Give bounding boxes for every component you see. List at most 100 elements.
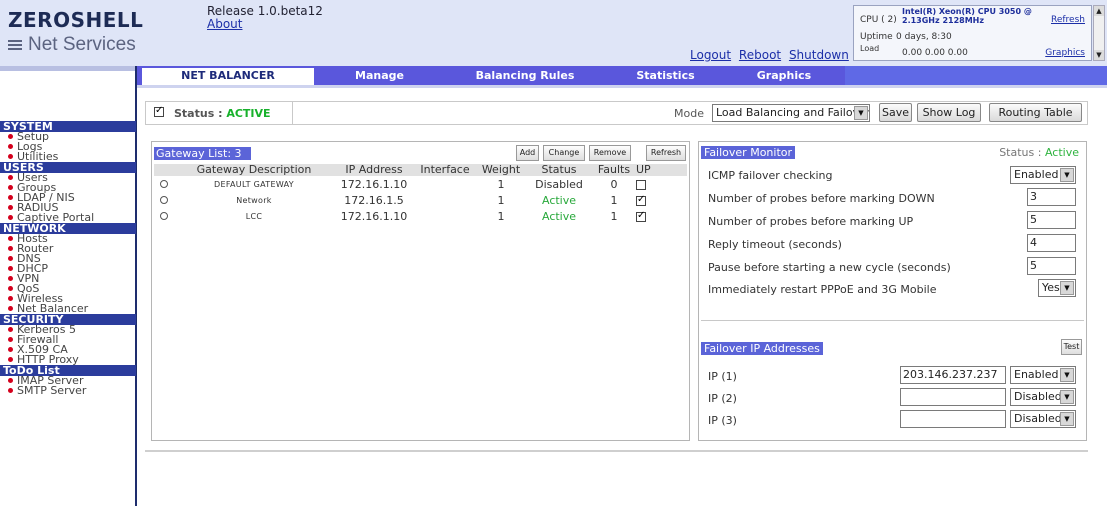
header-links: Logout Reboot Shutdown <box>690 48 853 62</box>
logout-link[interactable]: Logout <box>690 48 731 62</box>
gateway-status: Active <box>541 209 577 223</box>
table-row[interactable]: Network 172.16.1.5 1 Active 1 <box>154 192 687 208</box>
gateway-interface <box>414 176 476 192</box>
gateway-faults: 1 <box>610 193 618 207</box>
sidebar-item-utilities[interactable]: Utilities <box>0 151 136 162</box>
bullet-icon <box>8 286 13 291</box>
table-row[interactable]: DEFAULT GATEWAY 172.16.1.10 1 Disabled 0 <box>154 176 687 192</box>
tab-manage[interactable]: Manage <box>317 66 442 85</box>
tab-statistics[interactable]: Statistics <box>608 66 723 85</box>
bullet-icon <box>8 246 13 251</box>
bullet-icon <box>8 256 13 261</box>
mode-select[interactable]: Load Balancing and Failover ▼ <box>712 104 870 122</box>
cpu-model: Intel(R) Xeon(R) CPU 3050 @ 2.13GHz 2128… <box>902 7 1032 25</box>
gateway-table: Gateway Description IP Address Interface… <box>154 164 687 224</box>
icmp-select[interactable]: Enabled ▼ <box>1010 166 1076 184</box>
failover-ip-title: Failover IP Addresses <box>701 342 823 355</box>
reboot-link[interactable]: Reboot <box>739 48 781 62</box>
bullet-icon <box>8 296 13 301</box>
probes-down-input[interactable]: 3 <box>1027 188 1076 206</box>
gateway-ip: 172.16.1.10 <box>340 209 408 223</box>
row-select-radio[interactable] <box>160 195 168 204</box>
dropdown-arrow-icon: ▼ <box>1060 168 1074 182</box>
failover-status: Status : Active <box>999 146 1079 159</box>
bullet-icon <box>8 276 13 281</box>
test-button[interactable]: Test <box>1061 339 1082 355</box>
bullet-icon <box>8 144 13 149</box>
bullet-icon <box>8 205 13 210</box>
ip2-state-select[interactable]: Disabled ▼ <box>1010 388 1076 406</box>
col-up: UP <box>636 164 687 176</box>
table-row[interactable]: LCC 172.16.1.10 1 Active 1 <box>154 208 687 224</box>
remove-gateway-button[interactable]: Remove <box>589 145 631 161</box>
row-select-radio[interactable] <box>160 211 168 220</box>
refresh-gateway-button[interactable]: Refresh <box>646 145 686 161</box>
tab-net-balancer[interactable]: NET BALANCER <box>142 66 314 85</box>
col-interface: Interface <box>414 164 476 176</box>
bullet-icon <box>8 327 13 332</box>
gateway-weight: 1 <box>497 177 505 191</box>
routing-table-button[interactable]: Routing Table <box>989 103 1082 122</box>
tab-balancing-rules[interactable]: Balancing Rules <box>442 66 608 85</box>
gateway-table-header: Gateway Description IP Address Interface… <box>154 164 687 176</box>
col-weight: Weight <box>476 164 526 176</box>
restart-select[interactable]: Yes ▼ <box>1038 279 1076 297</box>
pause-input[interactable]: 5 <box>1027 257 1076 275</box>
add-gateway-button[interactable]: Add <box>516 145 539 161</box>
row-select-radio[interactable] <box>160 179 168 188</box>
bullet-icon <box>8 215 13 220</box>
failover-status-value: Active <box>1044 146 1079 159</box>
bullet-icon <box>8 378 13 383</box>
sidebar-item-smtp-server[interactable]: SMTP Server <box>0 385 136 396</box>
icmp-value: Enabled <box>1014 168 1059 181</box>
gateway-up-checkbox[interactable] <box>636 210 646 222</box>
ip1-label: IP (1) <box>708 370 737 383</box>
scroll-up-icon[interactable]: ▲ <box>1094 6 1104 16</box>
scroll-down-icon[interactable]: ▼ <box>1094 50 1104 60</box>
dropdown-arrow-icon: ▼ <box>1060 390 1074 404</box>
col-gateway-description: Gateway Description <box>174 164 334 176</box>
probes-up-input[interactable]: 5 <box>1027 211 1076 229</box>
failover-monitor-panel: Failover Monitor Status : Active ICMP fa… <box>698 141 1087 441</box>
gateway-up-checkbox[interactable] <box>636 179 646 190</box>
ip2-input[interactable] <box>900 388 1006 406</box>
sidebar-item-net-balancer[interactable]: Net Balancer <box>0 303 136 314</box>
refresh-link[interactable]: Refresh <box>1051 15 1085 25</box>
about-link[interactable]: About <box>207 17 242 31</box>
reply-timeout-input[interactable]: 4 <box>1027 234 1076 252</box>
ip1-state-select[interactable]: Enabled ▼ <box>1010 366 1076 384</box>
sysinfo-scrollbar[interactable]: ▲ ▼ <box>1093 5 1105 61</box>
tab-graphics[interactable]: Graphics <box>723 66 845 85</box>
col-status: Status <box>526 164 592 176</box>
gateway-ip: 172.16.1.5 <box>344 193 404 207</box>
col-ip-address: IP Address <box>334 164 414 176</box>
dropdown-arrow-icon: ▼ <box>854 106 868 120</box>
ip1-state: Enabled <box>1014 368 1059 381</box>
ip2-state: Disabled <box>1014 390 1062 403</box>
failover-monitor-title: Failover Monitor <box>701 146 796 159</box>
graphics-link[interactable]: Graphics <box>1045 48 1085 58</box>
gateway-interface <box>414 208 476 224</box>
status-value: ACTIVE <box>226 107 271 120</box>
save-button[interactable]: Save <box>879 103 912 122</box>
gateway-weight: 1 <box>497 193 505 207</box>
change-gateway-button[interactable]: Change <box>543 145 585 161</box>
bullet-icon <box>8 357 13 362</box>
ip3-input[interactable] <box>900 410 1006 428</box>
gateway-desc: DEFAULT GATEWAY <box>214 179 294 189</box>
gateway-up-checkbox[interactable] <box>636 194 646 206</box>
cpu-label: CPU ( 2) <box>860 15 897 25</box>
ip1-input[interactable]: 203.146.237.237 <box>900 366 1006 384</box>
load-value: 0.00 0.00 0.00 <box>902 48 968 58</box>
bullet-icon <box>8 388 13 393</box>
shutdown-link[interactable]: Shutdown <box>789 48 849 62</box>
sidebar-item-http-proxy[interactable]: HTTP Proxy <box>0 354 136 365</box>
ip3-state-select[interactable]: Disabled ▼ <box>1010 410 1076 428</box>
status-checkbox[interactable] <box>154 105 164 117</box>
mode-value: Load Balancing and Failover <box>716 106 870 119</box>
uptime-value: 0 days, 8:30 <box>896 32 952 42</box>
sidebar-item-captive-portal[interactable]: Captive Portal <box>0 212 136 223</box>
sidebar-top-stripe <box>0 66 135 71</box>
gateway-list-panel: Gateway List: 3 Add Change Remove Refres… <box>151 141 690 441</box>
show-log-button[interactable]: Show Log <box>917 103 981 122</box>
